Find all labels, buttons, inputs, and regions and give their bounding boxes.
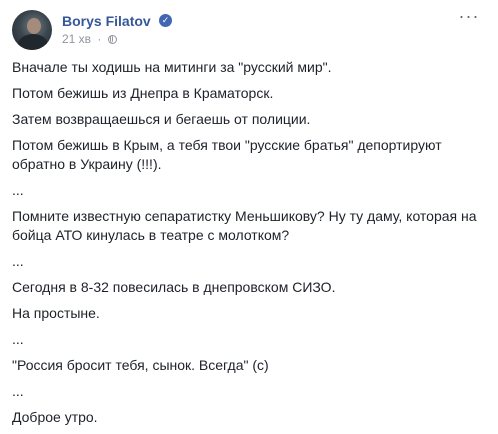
author-avatar[interactable] [12, 10, 52, 50]
more-options-button[interactable]: ··· [458, 7, 480, 26]
meta-separator: · [97, 32, 102, 46]
author-name[interactable]: Borys Filatov [62, 13, 151, 29]
post-paragraph: Затем возвращаешься и бегаешь от полиции… [12, 111, 311, 127]
post-paragraph: Потом бежишь из Днепра в Краматорск. [12, 85, 274, 101]
post-paragraph: ... [12, 253, 24, 269]
avatar-face [27, 18, 41, 34]
post-header: Borys Filatov ✓ 21 хв · ··· [12, 7, 488, 50]
verified-badge-icon: ✓ [159, 14, 172, 27]
post-paragraph: Доброе утро. [12, 409, 98, 425]
post-paragraph: Вначале ты ходишь на митинги за "русский… [12, 59, 332, 75]
facebook-post: Borys Filatov ✓ 21 хв · ··· Вначале ты х… [0, 0, 498, 425]
post-meta: 21 хв · [62, 32, 117, 46]
avatar-figure [18, 34, 48, 50]
post-paragraph: Потом бежишь в Крым, а тебя твои "русски… [12, 137, 442, 172]
post-timestamp[interactable]: 21 хв [62, 32, 91, 46]
globe-icon[interactable] [107, 35, 117, 44]
post-paragraph: ... [12, 331, 24, 347]
post-paragraph: Помните известную сепаратистку Меньшиков… [12, 208, 477, 243]
post-paragraph: ... [12, 182, 24, 198]
post-paragraph: ... [12, 383, 24, 399]
post-paragraph: На простыне. [12, 305, 100, 321]
post-paragraph: Сегодня в 8-32 повесилась в днепровском … [12, 279, 336, 295]
post-paragraph: "Россия бросит тебя, сынок. Всегда" (с) [12, 357, 269, 373]
post-content: Вначале ты ходишь на митинги за "русский… [12, 58, 482, 434]
